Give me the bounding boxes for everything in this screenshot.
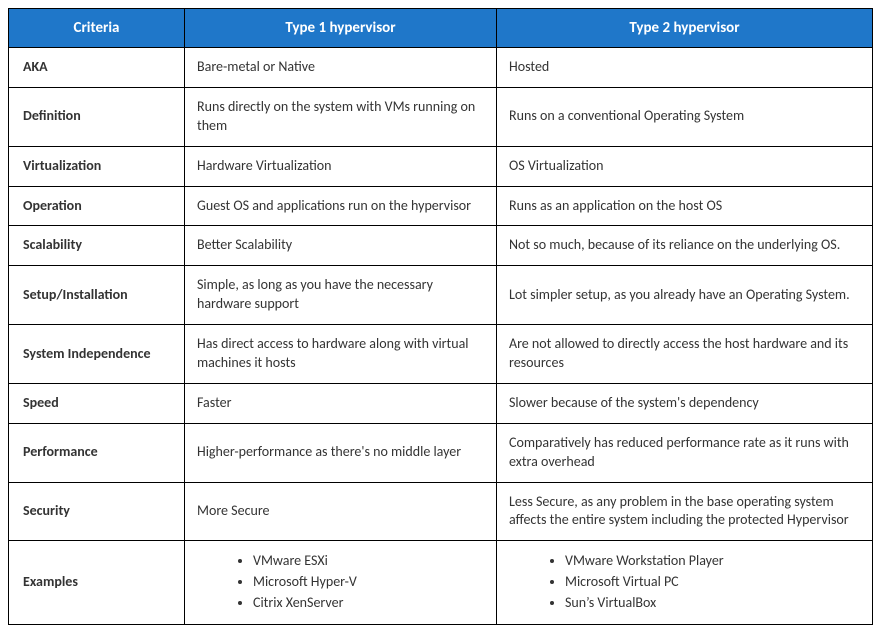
list-item: VMware ESXi xyxy=(253,551,484,572)
type1-cell: Hardware Virtualization xyxy=(185,146,497,186)
table-row: SecurityMore SecureLess Secure, as any p… xyxy=(9,482,873,541)
type2-cell: Are not allowed to directly access the h… xyxy=(497,325,873,384)
type1-cell: Bare-metal or Native xyxy=(185,48,497,88)
table-row: DefinitionRuns directly on the system wi… xyxy=(9,87,873,146)
type1-cell: Simple, as long as you have the necessar… xyxy=(185,266,497,325)
table-row: Setup/InstallationSimple, as long as you… xyxy=(9,266,873,325)
table-header-row: Criteria Type 1 hypervisor Type 2 hyperv… xyxy=(9,9,873,48)
type2-cell: Less Secure, as any problem in the base … xyxy=(497,482,873,541)
type2-cell: Not so much, because of its reliance on … xyxy=(497,226,873,266)
type1-cell: Guest OS and applications run on the hyp… xyxy=(185,186,497,226)
type2-cell: VMware Workstation PlayerMicrosoft Virtu… xyxy=(497,541,873,625)
table-row: PerformanceHigher-performance as there's… xyxy=(9,423,873,482)
criteria-cell: Performance xyxy=(9,423,185,482)
criteria-cell: Definition xyxy=(9,87,185,146)
criteria-cell: Examples xyxy=(9,541,185,625)
type1-examples-list: VMware ESXiMicrosoft Hyper-VCitrix XenSe… xyxy=(197,551,484,614)
type2-cell: Comparatively has reduced performance ra… xyxy=(497,423,873,482)
criteria-cell: System Independence xyxy=(9,325,185,384)
type1-cell: Higher-performance as there's no middle … xyxy=(185,423,497,482)
type2-cell: OS Virtualization xyxy=(497,146,873,186)
type2-cell: Runs as an application on the host OS xyxy=(497,186,873,226)
table-body: AKABare-metal or NativeHostedDefinitionR… xyxy=(9,48,873,625)
table-row: VirtualizationHardware VirtualizationOS … xyxy=(9,146,873,186)
table-row: SpeedFasterSlower because of the system'… xyxy=(9,383,873,423)
list-item: Sun’s VirtualBox xyxy=(565,593,860,614)
type1-cell: Better Scalability xyxy=(185,226,497,266)
criteria-cell: Operation xyxy=(9,186,185,226)
criteria-cell: Speed xyxy=(9,383,185,423)
table-row: System IndependenceHas direct access to … xyxy=(9,325,873,384)
type1-cell: Has direct access to hardware along with… xyxy=(185,325,497,384)
header-criteria: Criteria xyxy=(9,9,185,48)
table-row: ScalabilityBetter ScalabilityNot so much… xyxy=(9,226,873,266)
list-item: Microsoft Virtual PC xyxy=(565,572,860,593)
list-item: Microsoft Hyper-V xyxy=(253,572,484,593)
table-row: AKABare-metal or NativeHosted xyxy=(9,48,873,88)
type2-cell: Slower because of the system's dependenc… xyxy=(497,383,873,423)
type1-cell: Faster xyxy=(185,383,497,423)
header-type1: Type 1 hypervisor xyxy=(185,9,497,48)
list-item: VMware Workstation Player xyxy=(565,551,860,572)
type2-cell: Hosted xyxy=(497,48,873,88)
criteria-cell: Virtualization xyxy=(9,146,185,186)
type2-cell: Lot simpler setup, as you already have a… xyxy=(497,266,873,325)
table-row-examples: ExamplesVMware ESXiMicrosoft Hyper-VCitr… xyxy=(9,541,873,625)
type2-examples-list: VMware Workstation PlayerMicrosoft Virtu… xyxy=(509,551,860,614)
type1-cell: VMware ESXiMicrosoft Hyper-VCitrix XenSe… xyxy=(185,541,497,625)
list-item: Citrix XenServer xyxy=(253,593,484,614)
hypervisor-comparison-table: Criteria Type 1 hypervisor Type 2 hyperv… xyxy=(8,8,873,625)
criteria-cell: Security xyxy=(9,482,185,541)
header-type2: Type 2 hypervisor xyxy=(497,9,873,48)
table-row: OperationGuest OS and applications run o… xyxy=(9,186,873,226)
criteria-cell: AKA xyxy=(9,48,185,88)
type1-cell: More Secure xyxy=(185,482,497,541)
criteria-cell: Scalability xyxy=(9,226,185,266)
type2-cell: Runs on a conventional Operating System xyxy=(497,87,873,146)
type1-cell: Runs directly on the system with VMs run… xyxy=(185,87,497,146)
criteria-cell: Setup/Installation xyxy=(9,266,185,325)
